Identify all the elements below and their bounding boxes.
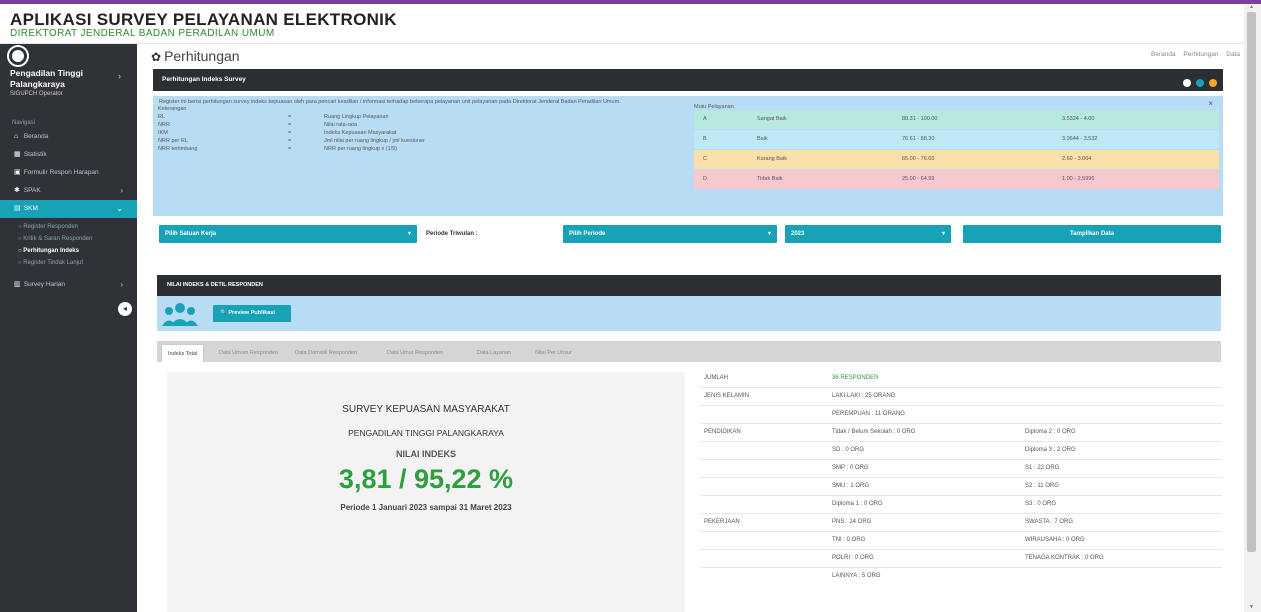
tab-nilai-per-unsur[interactable]: Nilai Per Unsur bbox=[535, 344, 572, 362]
summary-period: Periode 1 Januari 2023 sampai 31 Maret 2… bbox=[340, 503, 512, 512]
table-row: PEKERJAAN PNS : 24 ORG SWASTA : 7 ORG bbox=[700, 514, 1222, 532]
table-row: TNI : 0 ORG WIRAUSAHA : 0 ORG bbox=[700, 532, 1222, 550]
table-row: LAINNYA : 5 ORG bbox=[832, 573, 881, 579]
year-select[interactable]: 2023 ▾ bbox=[785, 225, 951, 243]
periode-label: Periode Triwulan : bbox=[426, 231, 478, 237]
scroll-thumb[interactable] bbox=[1247, 12, 1256, 552]
sidebar-item-statistik[interactable]: ▦ Statistik bbox=[0, 146, 137, 164]
main-content: ✿ Perhitungan Beranda Perhitungan Data Pe… bbox=[137, 44, 1244, 612]
tab-indeks-total[interactable]: Indeks Total bbox=[161, 344, 205, 362]
sidebar-item-skm[interactable]: ▤ SKM ⌄ bbox=[0, 200, 137, 218]
sidebar-subitem-register-responden[interactable]: ○ Register Responden bbox=[18, 224, 78, 230]
info-panel: Register ini berisi perhitungan survey i… bbox=[153, 96, 1223, 216]
mutu-row-b: B Baik 76.61 - 88.30 3.0644 - 3.532 bbox=[694, 130, 1219, 149]
chevron-right-icon: › bbox=[120, 280, 123, 289]
table-row: POLRI : 0 ORG TENAGA KONTRAK : 0 ORG bbox=[700, 550, 1222, 568]
table-row: SMP : 0 ORG S1 : 22 ORG bbox=[700, 460, 1222, 478]
summary-value: 3,81 / 95,22 % bbox=[338, 464, 514, 494]
gear-icon: ✱ bbox=[14, 187, 20, 194]
breadcrumb-beranda[interactable]: Beranda bbox=[1151, 51, 1176, 58]
table-row: SD : 0 ORG Diploma 3 : 2 ORG bbox=[700, 442, 1222, 460]
legend-heading: Keterangan bbox=[158, 106, 187, 112]
sidebar-subitem-tindak-lanjut[interactable]: ○ Register Tindak Lanjut bbox=[18, 260, 83, 266]
sidebar-user-role: SIGUPCH Operator bbox=[10, 91, 63, 97]
calendar-icon: ▥ bbox=[14, 281, 21, 288]
bar-chart-icon: ▦ bbox=[14, 151, 21, 158]
form-icon: ▣ bbox=[14, 169, 21, 176]
chevron-right-icon: › bbox=[120, 186, 123, 195]
sidebar-item-survey-harian[interactable]: ▥ Survey Harian › bbox=[0, 276, 137, 294]
chevron-down-icon: ⌄ bbox=[116, 204, 123, 213]
sidebar-section-label: Navigasi bbox=[12, 120, 36, 126]
tab-data-umum[interactable]: Data Umum Responden bbox=[219, 344, 278, 362]
scroll-up-arrow-icon[interactable]: ▲ bbox=[1249, 4, 1254, 10]
mutu-row-a: A Sangat Baik 88.31 - 100.00 3.5324 - 4.00 bbox=[694, 110, 1219, 129]
summary-court: PENGADILAN TINGGI PALANGKARAYA bbox=[348, 428, 504, 438]
vertical-scrollbar[interactable]: ▲ ▼ bbox=[1244, 4, 1261, 612]
sidebar-item-spak[interactable]: ✱ SPAK › bbox=[0, 182, 137, 200]
user-avatar-icon bbox=[9, 47, 27, 65]
summary-title: SURVEY KEPUASAN MASYARAKAT bbox=[342, 404, 510, 415]
mutu-row-d: D Tidak Baik 25.00 - 64.99 1.00 - 2.5996 bbox=[694, 170, 1219, 189]
show-data-button[interactable]: Tampilkan Data bbox=[963, 225, 1221, 243]
app-header: APLIKASI SURVEY PELAYANAN ELEKTRONIK DIR… bbox=[0, 4, 1244, 44]
breadcrumb-perhitungan[interactable]: Perhitungan bbox=[1183, 51, 1218, 58]
sidebar: Pengadilan Tinggi Palangkaraya SIGUPCH O… bbox=[0, 44, 137, 612]
app-title: APLIKASI SURVEY PELAYANAN ELEKTRONIK bbox=[10, 10, 397, 29]
sidebar-org-name: Pengadilan Tinggi Palangkaraya bbox=[10, 68, 84, 89]
table-row: JUMLAH 36 RESPONDEN bbox=[700, 370, 1222, 388]
sidebar-user-panel: Pengadilan Tinggi Palangkaraya SIGUPCH O… bbox=[0, 44, 137, 106]
document-icon: ▤ bbox=[14, 205, 21, 212]
summary-panel: SURVEY KEPUASAN MASYARAKAT PENGADILAN TI… bbox=[167, 372, 685, 612]
satker-select[interactable]: Pilih Satuan Kerja ▾ bbox=[159, 225, 417, 243]
tab-bar: Indeks Total Data Umum Responden Data Do… bbox=[157, 341, 1221, 362]
gear-icon: ✿ bbox=[151, 50, 162, 64]
sidebar-item-formulir[interactable]: ▣ Formulir Respon Harapan bbox=[0, 164, 137, 182]
page-title: ✿ Perhitungan bbox=[151, 48, 240, 64]
survey-box-header: Perhitungan Indeks Survey bbox=[153, 69, 1223, 91]
breadcrumb-data: Data bbox=[1226, 51, 1240, 58]
sidebar-subitem-perhitungan-indeks[interactable]: ○ Perhitungan Indeks bbox=[18, 248, 79, 254]
minimize-dot-icon[interactable] bbox=[1183, 79, 1192, 87]
nilai-toolbar: 🔍 Preview Publikasi bbox=[157, 296, 1221, 331]
tab-data-umur[interactable]: Data Umur Responden bbox=[387, 344, 443, 362]
caret-down-icon: ▾ bbox=[407, 231, 411, 237]
sidebar-collapse-button[interactable]: ◂ bbox=[118, 302, 132, 316]
nilai-header: NILAI INDEKS & DETIL RESPONDEN bbox=[157, 275, 1221, 296]
search-icon: 🔍 bbox=[220, 310, 227, 316]
home-icon: ⌂ bbox=[14, 133, 19, 140]
table-row: PENDIDIKAN Tidak / Belum Sekolah : 0 ORG D… bbox=[700, 424, 1222, 442]
table-row: PEREMPUAN : 11 ORANG bbox=[700, 406, 1222, 424]
users-icon bbox=[162, 303, 198, 326]
expand-dot-icon[interactable] bbox=[1196, 79, 1205, 87]
scroll-down-arrow-icon[interactable]: ▼ bbox=[1249, 604, 1254, 610]
table-row: SMU : 1 ORG S2 : 11 ORG bbox=[700, 478, 1222, 496]
breadcrumb: Beranda Perhitungan Data bbox=[1145, 51, 1240, 58]
respondent-detail-table: JUMLAH 36 RESPONDEN JENIS KELAMIN LAKI-LAK… bbox=[700, 370, 1222, 610]
sidebar-item-beranda[interactable]: ⌂ Beranda bbox=[0, 128, 137, 146]
sidebar-subitem-kritik-saran[interactable]: ○ Kritik & Saran Responden bbox=[18, 236, 92, 242]
table-row: JENIS KELAMIN LAKI-LAKI : 25 ORANG bbox=[700, 388, 1222, 406]
periode-select[interactable]: Pilih Periode ▾ bbox=[563, 225, 777, 243]
window-controls bbox=[1180, 75, 1217, 97]
caret-down-icon: ▾ bbox=[767, 231, 771, 237]
tab-data-domisili[interactable]: Data Domisili Responden bbox=[295, 344, 357, 362]
app-subtitle: DIREKTORAT JENDERAL BADAN PERADILAN UMUM bbox=[10, 28, 275, 39]
table-row: Diploma 1 : 0 ORG S3 : 0 ORG bbox=[700, 496, 1222, 514]
chevron-right-icon[interactable]: › bbox=[118, 71, 121, 81]
close-dot-icon[interactable] bbox=[1209, 79, 1217, 87]
tab-data-layanan[interactable]: Data Layanan bbox=[477, 344, 511, 362]
filter-bar: Pilih Satuan Kerja ▾ Periode Triwulan : P… bbox=[153, 225, 1223, 245]
survey-box-title: Perhitungan Indeks Survey bbox=[162, 76, 246, 83]
preview-publikasi-button[interactable]: 🔍 Preview Publikasi bbox=[213, 305, 291, 322]
mutu-row-c: C Kurang Baik 65.00 - 76.60 2.60 - 3.064 bbox=[694, 150, 1219, 169]
close-icon[interactable]: × bbox=[1208, 99, 1213, 108]
summary-label: NILAI INDEKS bbox=[395, 449, 456, 459]
caret-down-icon: ▾ bbox=[941, 231, 945, 237]
info-text: Register ini berisi perhitungan survey i… bbox=[159, 99, 621, 105]
